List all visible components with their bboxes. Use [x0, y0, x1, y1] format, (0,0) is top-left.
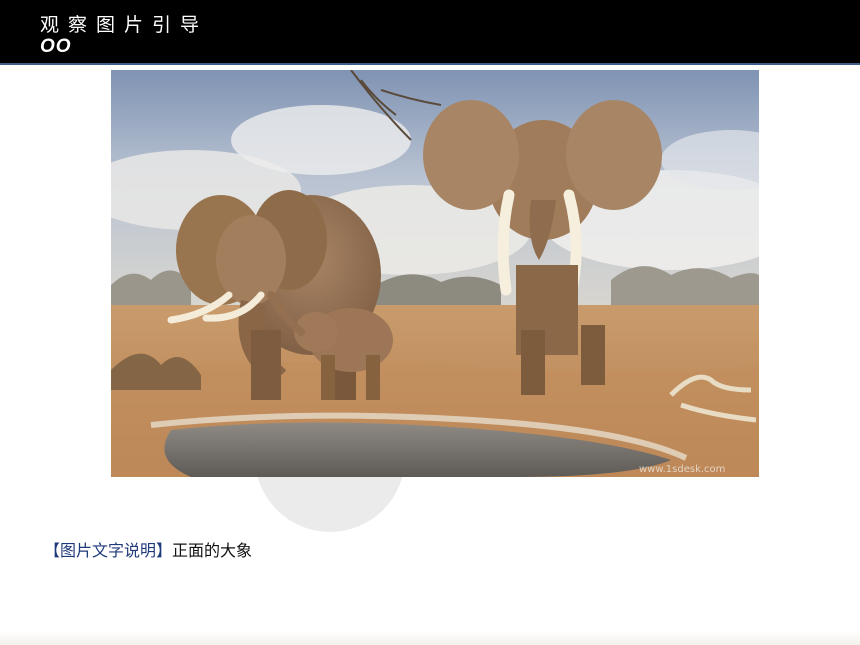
page-title: 观察图片引导: [40, 14, 209, 36]
page-subtitle: OO: [40, 36, 72, 57]
elephant-photo: www.1sdesk.com: [111, 70, 759, 477]
photo-watermark: www.1sdesk.com: [639, 464, 725, 475]
caption-text: 正面的大象: [172, 541, 253, 560]
header-bar: 观察图片引导 OO: [0, 0, 860, 65]
caption-label: 【图片文字说明】: [44, 541, 173, 560]
bottom-decoration: [0, 631, 860, 645]
photo-caption: 【图片文字说明】正面的大象: [44, 537, 252, 561]
